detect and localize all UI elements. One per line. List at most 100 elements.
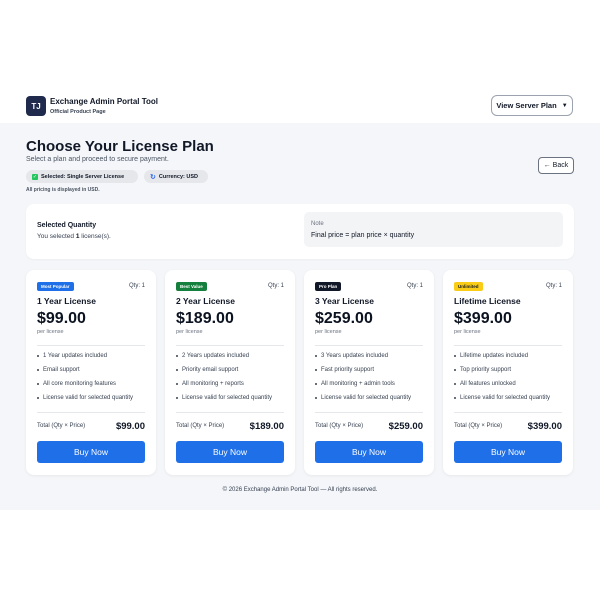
plan-card: Best Value Qty: 1 2 Year License $189.00 per…	[165, 270, 295, 475]
buy-now-button[interactable]: Buy Now	[315, 441, 423, 463]
plan-qty: Qty: 1	[406, 283, 423, 289]
currency-icon: ↻	[150, 173, 156, 181]
feature-list: 2 Years updates included Priority email s…	[176, 353, 272, 409]
selected-plan-chip: ✓ Selected: Single Server License	[26, 170, 138, 183]
total-value: $399.00	[527, 421, 562, 432]
feature-text: All monitoring + reports	[182, 381, 244, 387]
buy-now-button[interactable]: Buy Now	[454, 441, 562, 463]
feature-text: 3 Years updates included	[321, 353, 389, 359]
plan-name: 3 Year License	[315, 296, 374, 306]
bullet-icon	[315, 383, 317, 385]
feature-list: 1 Year updates included Email support All …	[37, 353, 133, 409]
feature-text: License valid for selected quantity	[182, 395, 273, 401]
feature-item: Lifetime updates included	[454, 353, 550, 367]
plan-per-license: per license	[315, 329, 342, 335]
feature-text: Priority email support	[182, 367, 239, 373]
plan-badge: Unlimited	[454, 282, 483, 291]
quantity-label: Selected Quantity	[37, 222, 97, 229]
total-label: Total (Qty × Price)	[176, 423, 225, 429]
plan-badge: Most Popular	[37, 282, 74, 291]
app-name: Exchange Admin Portal Tool	[50, 97, 159, 106]
quantity-text-suffix: license(s).	[81, 233, 111, 240]
bullet-icon	[315, 355, 317, 357]
feature-text: 1 Year updates included	[43, 353, 108, 359]
plan-per-license: per license	[37, 329, 64, 335]
check-icon: ✓	[32, 173, 38, 180]
bullet-icon	[37, 369, 39, 371]
feature-item: All core monitoring features	[37, 381, 133, 395]
feature-text: Top priority support	[460, 367, 512, 373]
bullet-icon	[37, 397, 39, 399]
feature-item: All monitoring + admin tools	[315, 381, 411, 395]
plan-per-license: per license	[176, 329, 203, 335]
buy-now-button[interactable]: Buy Now	[37, 441, 145, 463]
feature-item: Email support	[37, 367, 133, 381]
feature-item: Top priority support	[454, 367, 550, 381]
plan-price: $259.00	[315, 310, 373, 327]
feature-text: All core monitoring features	[43, 381, 117, 387]
brand-logo: TJ	[26, 96, 46, 116]
divider	[176, 412, 284, 413]
page-title: Choose Your License Plan	[26, 138, 214, 155]
plan-qty: Qty: 1	[267, 283, 284, 289]
pricing-note: All pricing is displayed in USD.	[26, 187, 100, 193]
total-label: Total (Qty × Price)	[315, 423, 364, 429]
feature-item: All features unlocked	[454, 381, 550, 395]
bullet-icon	[454, 369, 456, 371]
feature-text: All monitoring + admin tools	[321, 381, 395, 387]
plan-price: $399.00	[454, 310, 512, 327]
footer-text: © 2026 Exchange Admin Portal Tool — All …	[222, 487, 378, 493]
view-server-plan-label: View Server Plan	[496, 101, 557, 110]
bullet-icon	[176, 355, 178, 357]
bullet-icon	[454, 355, 456, 357]
note-title: Note	[311, 221, 324, 227]
bullet-icon	[37, 383, 39, 385]
plan-card: Most Popular Qty: 1 1 Year License $99.00 pe…	[26, 270, 156, 475]
plan-price: $189.00	[176, 310, 234, 327]
feature-item: Fast priority support	[315, 367, 411, 381]
bullet-icon	[37, 355, 39, 357]
quantity-text-prefix: You selected	[37, 233, 74, 240]
feature-text: License valid for selected quantity	[460, 395, 551, 401]
currency-chip: ↻ Currency: USD	[144, 170, 208, 183]
feature-item: License valid for selected quantity	[37, 395, 133, 409]
total-value: $259.00	[388, 421, 423, 432]
buy-now-button[interactable]: Buy Now	[176, 441, 284, 463]
quantity-value: 1	[75, 233, 80, 240]
feature-item: License valid for selected quantity	[454, 395, 550, 409]
page-subtitle: Select a plan and proceed to secure paym…	[26, 156, 169, 163]
divider	[315, 412, 423, 413]
chevron-down-icon: ▼	[561, 102, 568, 109]
plan-card: Unlimited Qty: 1 Lifetime License $399.00 pe…	[443, 270, 573, 475]
feature-item: 2 Years updates included	[176, 353, 272, 367]
app-subtitle: Official Product Page	[50, 109, 106, 115]
total-label: Total (Qty × Price)	[454, 423, 503, 429]
bullet-icon	[176, 397, 178, 399]
feature-item: 3 Years updates included	[315, 353, 411, 367]
feature-text: 2 Years updates included	[182, 353, 250, 359]
feature-item: License valid for selected quantity	[176, 395, 272, 409]
logo-text: TJ	[31, 101, 41, 111]
back-button[interactable]: ← Back	[538, 157, 574, 174]
bullet-icon	[176, 383, 178, 385]
feature-text: All features unlocked	[460, 381, 516, 387]
total-value: $189.00	[249, 421, 284, 432]
selected-plan-chip-label: Selected: Single Server License	[41, 173, 125, 180]
feature-item: Priority email support	[176, 367, 272, 381]
bullet-icon	[315, 369, 317, 371]
plan-badge: Pro Plan	[315, 282, 342, 291]
plan-per-license: per license	[454, 329, 481, 335]
feature-text: License valid for selected quantity	[43, 395, 134, 401]
divider	[454, 345, 562, 346]
divider	[454, 412, 562, 413]
view-server-plan-button[interactable]: View Server Plan ▼	[491, 95, 573, 116]
note-formula: Final price = plan price × quantity	[311, 232, 415, 239]
feature-item: 1 Year updates included	[37, 353, 133, 367]
total-value: $99.00	[115, 421, 145, 432]
total-label: Total (Qty × Price)	[37, 423, 86, 429]
plan-card: Pro Plan Qty: 1 3 Year License $259.00 per l…	[304, 270, 434, 475]
feature-text: Fast priority support	[321, 367, 375, 373]
divider	[176, 345, 284, 346]
bullet-icon	[454, 383, 456, 385]
plan-name: 1 Year License	[37, 296, 96, 306]
